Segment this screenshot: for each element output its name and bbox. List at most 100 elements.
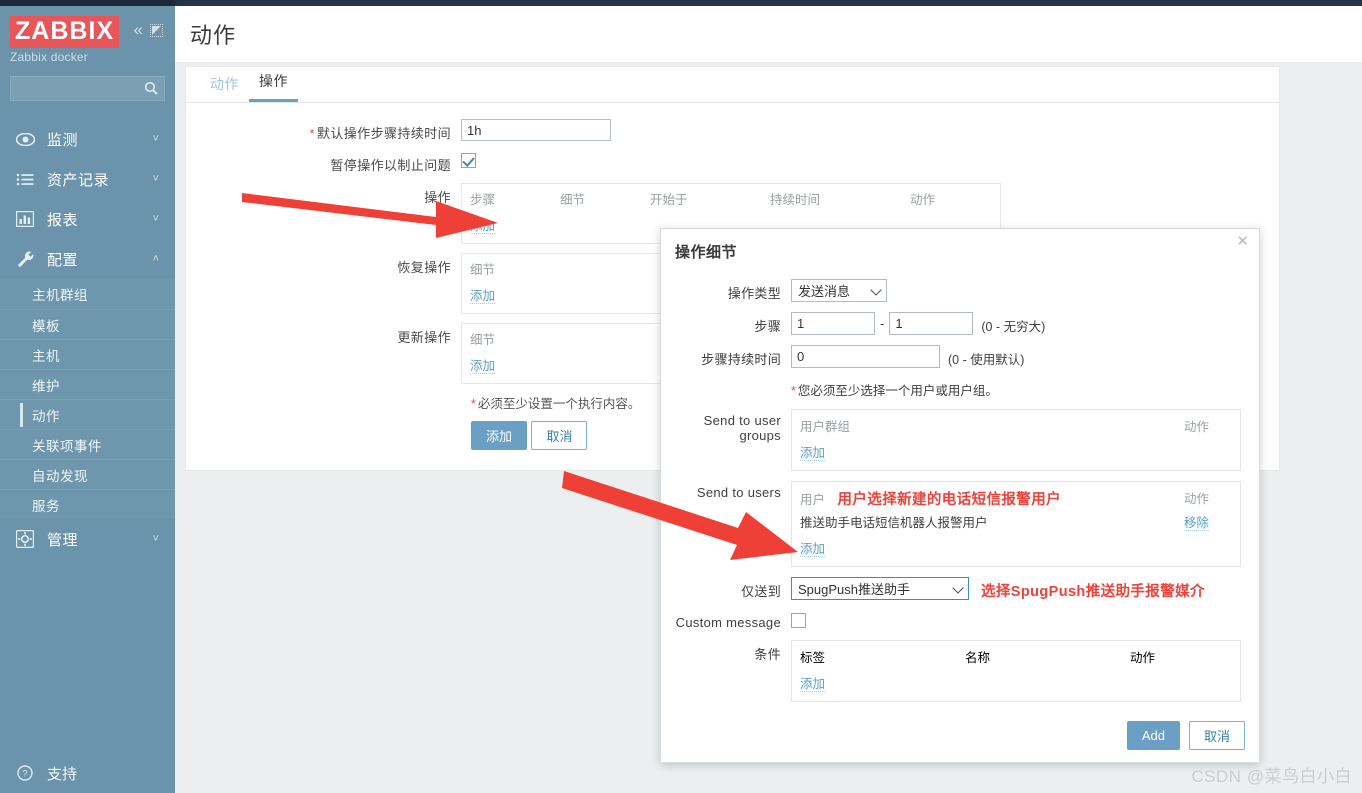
sidebar-subitem-label: 服务 — [32, 498, 60, 514]
sidebar-item-configuration[interactable]: 配置 ˄ — [0, 239, 175, 279]
dialog-body: 操作类型 发送消息 步骤 - (0 - 无穷大) 步骤持续时间 (0 - 使用默… — [661, 273, 1259, 702]
sidebar-item-label: 报表 — [47, 211, 79, 229]
sidebar-item-services[interactable]: 服务 — [0, 489, 175, 519]
required-note-text: 必须至少设置一个执行内容。 — [477, 397, 641, 411]
field-label: 仅送到 — [741, 584, 781, 599]
sidebar-subitem-label: 维护 — [32, 378, 60, 394]
sidebar-item-actions[interactable]: 动作 — [0, 399, 175, 429]
field-label: * 默认操作步骤持续时间 — [186, 119, 461, 142]
pause-operations-checkbox[interactable] — [461, 153, 476, 168]
step-duration-input[interactable] — [791, 345, 940, 368]
column-action: 动作 — [1184, 420, 1210, 434]
field-label: 操作类型 — [727, 286, 781, 301]
chevron-down-icon: ˅ — [152, 213, 159, 225]
column-details: 细节 — [560, 193, 586, 207]
custom-message-checkbox[interactable] — [791, 613, 806, 628]
expand-icon[interactable] — [150, 23, 163, 37]
users-add-link[interactable]: 添加 — [800, 542, 826, 557]
chevron-double-left-icon[interactable]: « — [134, 21, 144, 38]
dialog-cancel-button[interactable]: 取消 — [1188, 721, 1245, 750]
operations-add-link[interactable]: 添加 — [470, 219, 496, 234]
step-from-input[interactable] — [791, 312, 875, 335]
tab-operations[interactable]: 操作 — [249, 71, 298, 102]
update-add-link[interactable]: 添加 — [470, 359, 496, 374]
search-input[interactable] — [11, 77, 164, 100]
annotation-users-note: 用户选择新建的电话短信报警用户 — [837, 492, 1061, 508]
operation-details-dialog: 操作细节 ✕ 操作类型 发送消息 步骤 - (0 - 无穷大) 步骤持续时间 — [660, 228, 1260, 763]
field-label: 更新操作 — [397, 330, 451, 345]
zabbix-logo[interactable]: ZABBIX — [10, 16, 120, 48]
user-remove-link[interactable]: 移除 — [1184, 516, 1210, 531]
operation-type-value: 发送消息 — [798, 284, 851, 299]
sidebar-subitem-label: 主机群组 — [32, 288, 88, 303]
column-user-text: 用户 — [800, 493, 826, 507]
sidebar-item-correlation[interactable]: 关联项事件 — [0, 429, 175, 459]
user-groups-add-link[interactable]: 添加 — [800, 446, 826, 461]
sidebar-submenu-configuration: 主机群组 模板 主机 维护 动作 关联项事件 自动发现 服务 — [0, 279, 175, 519]
user-groups-header: 用户群组 动作 — [792, 410, 1240, 437]
tab-action[interactable]: 动作 — [200, 74, 249, 102]
column-label: 标签 — [800, 651, 826, 665]
conditions-table: 标签 名称 动作 添加 — [791, 640, 1241, 702]
column-action: 动作 — [1184, 492, 1210, 506]
field-default-step-duration: * 默认操作步骤持续时间 — [186, 119, 1279, 142]
column-user: 用户 用户选择新建的电话短信报警用户 — [800, 488, 1184, 509]
tab-bar: 动作 操作 — [186, 67, 1279, 103]
list-icon — [14, 169, 36, 189]
field-label: 暂停操作以制止问题 — [330, 158, 451, 173]
operations-table-header: 步骤 细节 开始于 持续时间 动作 — [462, 184, 1000, 211]
close-icon[interactable]: ✕ — [1236, 234, 1249, 249]
field-pause-operations: 暂停操作以制止问题 — [186, 151, 1279, 174]
sidebar-item-label: 监测 — [47, 131, 79, 149]
step-separator: - — [880, 316, 885, 331]
form-submit-button[interactable]: 添加 — [471, 421, 528, 450]
sidebar-item-host-groups[interactable]: 主机群组 — [0, 279, 175, 309]
search-box[interactable] — [10, 76, 165, 101]
sidebar-subitem-label: 模板 — [32, 318, 60, 334]
sidebar-item-reports[interactable]: 报表 ˅ — [0, 199, 175, 239]
chart-icon — [14, 209, 36, 229]
sidebar-item-administration[interactable]: 管理 ˅ — [0, 519, 175, 559]
conditions-add-link[interactable]: 添加 — [800, 677, 826, 692]
sidebar-item-templates[interactable]: 模板 — [0, 309, 175, 339]
recovery-add-link[interactable]: 添加 — [470, 289, 496, 304]
question-icon: ? — [14, 765, 36, 781]
required-note: * 您必须至少选择一个用户或用户组。 — [791, 378, 998, 399]
field-steps: 步骤 - (0 - 无穷大) — [661, 312, 1245, 335]
step-to-input[interactable] — [889, 312, 974, 335]
sidebar-item-hosts[interactable]: 主机 — [0, 339, 175, 369]
users-table: 用户 用户选择新建的电话短信报警用户 动作 推送助手电话短信机器人报警用户 移除… — [791, 481, 1241, 567]
field-label: Send to users — [696, 485, 781, 500]
sidebar-item-inventory[interactable]: 资产记录 ˅ — [0, 159, 175, 199]
page-title: 动作 — [190, 23, 237, 48]
column-details: 细节 — [470, 333, 496, 347]
column-start-in: 开始于 — [650, 193, 688, 207]
chevron-down-icon — [952, 582, 964, 594]
users-header: 用户 用户选择新建的电话短信报警用户 动作 — [792, 482, 1240, 511]
sidebar-nav: 监测 ˅ 资产记录 ˅ 报表 ˅ 配置 ˄ 主机群组 模板 主机 维护 动作 关… — [0, 119, 175, 559]
sidebar-item-maintenance[interactable]: 维护 — [0, 369, 175, 399]
field-send-to-user-groups: Send to user groups 用户群组 动作 添加 — [661, 409, 1245, 471]
search-icon[interactable] — [144, 81, 158, 95]
dialog-header: 操作细节 ✕ — [661, 229, 1259, 273]
user-groups-add-row: 添加 — [792, 437, 1240, 470]
sidebar: ZABBIX « Zabbix docker 监测 ˅ 资产记录 ˅ 报表 ˅ … — [0, 6, 175, 793]
column-action: 动作 — [910, 193, 936, 207]
sidebar-item-discovery[interactable]: 自动发现 — [0, 459, 175, 489]
sidebar-subitem-label: 动作 — [32, 408, 60, 424]
form-cancel-button[interactable]: 取消 — [531, 421, 588, 450]
default-step-duration-input[interactable] — [461, 119, 611, 141]
operation-type-select[interactable]: 发送消息 — [791, 279, 887, 302]
sidebar-item-label: 管理 — [47, 531, 79, 549]
sidebar-item-support[interactable]: ? 支持 — [0, 753, 175, 793]
send-only-to-select[interactable]: SpugPush推送助手 — [791, 577, 969, 600]
field-custom-message: Custom message — [661, 611, 1245, 630]
sidebar-subitem-label: 自动发现 — [32, 468, 88, 484]
field-label: 步骤持续时间 — [701, 352, 781, 367]
sidebar-item-monitoring[interactable]: 监测 ˅ — [0, 119, 175, 159]
dialog-add-button[interactable]: Add — [1126, 721, 1180, 750]
conditions-header: 标签 名称 动作 — [792, 641, 1240, 668]
sidebar-search — [0, 64, 175, 101]
eye-icon — [14, 129, 36, 149]
field-send-only-to: 仅送到 SpugPush推送助手 选择SpugPush推送助手报警媒介 — [661, 577, 1245, 601]
